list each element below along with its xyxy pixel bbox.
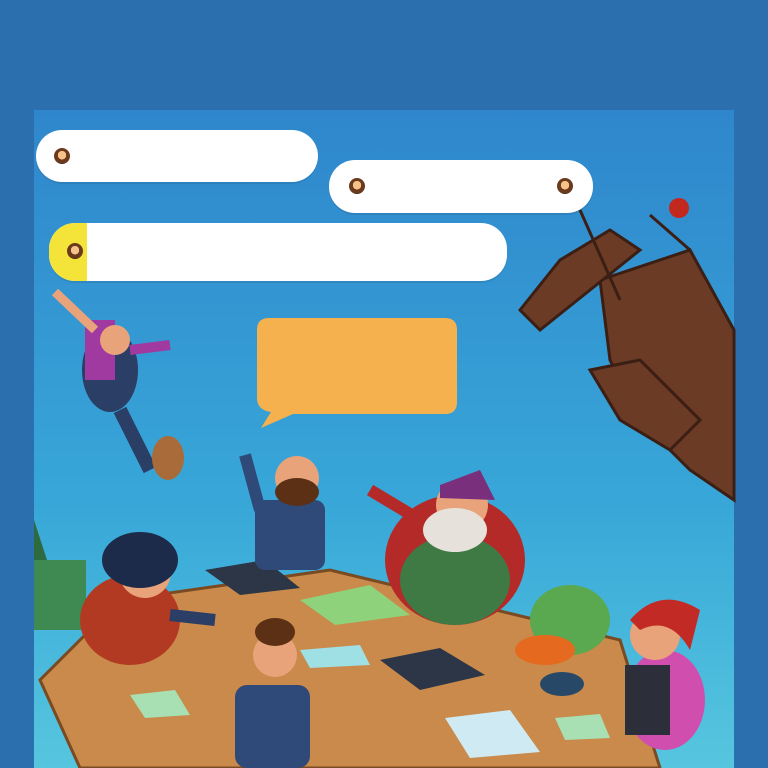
chat-bubble-1 [36,130,318,182]
avatar-icon [557,178,573,194]
left-border [0,110,34,768]
avatar-icon [67,243,83,259]
speech-bubble [257,318,457,428]
top-band [0,0,768,118]
red-lamp [669,198,689,218]
right-border [734,110,768,768]
avatar-icon [349,178,365,194]
green-panel [34,560,86,630]
redhead-character [625,599,705,750]
speech-bubble-shape [257,318,457,428]
avatar-icon [54,148,70,164]
chat-bubble-3 [49,223,507,281]
chat-bubble-2 [329,160,593,213]
